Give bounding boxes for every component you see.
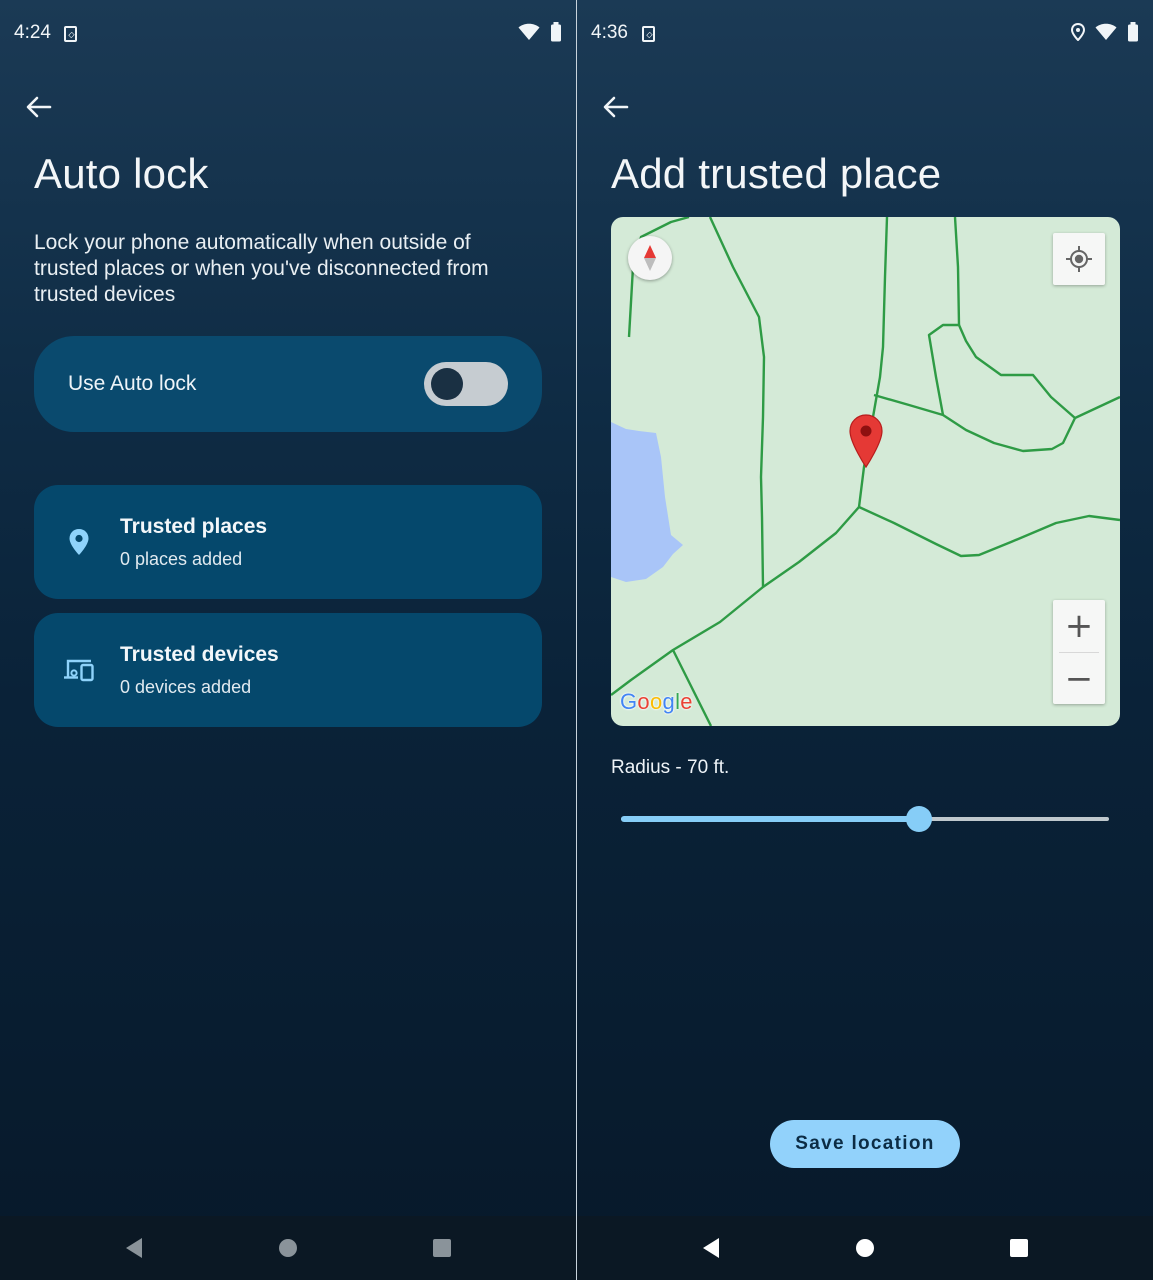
item-subtitle: 0 places added	[120, 548, 243, 569]
arrow-back-icon	[26, 96, 52, 118]
status-icons	[518, 22, 562, 42]
back-button[interactable]	[22, 90, 56, 124]
map-marker-icon[interactable]	[848, 413, 884, 474]
battery-icon	[1128, 22, 1138, 42]
nav-home-button[interactable]	[276, 1236, 300, 1260]
triangle-back-icon	[126, 1238, 142, 1258]
description-text: Lock your phone automatically when outsi…	[34, 231, 489, 306]
zoom-out-button[interactable]: −	[1053, 653, 1105, 705]
nav-recents-button[interactable]	[1007, 1236, 1031, 1260]
slider-thumb[interactable]	[905, 806, 932, 832]
crosshair-icon	[1066, 246, 1092, 272]
nav-home-button[interactable]	[853, 1236, 877, 1260]
zoom-controls: + −	[1053, 600, 1105, 704]
save-location-button[interactable]: Save location	[770, 1120, 960, 1168]
page-title: Auto lock	[34, 150, 209, 197]
status-bar: 4:24	[0, 0, 576, 68]
wifi-icon	[518, 23, 540, 40]
lake	[611, 422, 683, 582]
map-view[interactable]: + − Google	[611, 217, 1120, 726]
my-location-button[interactable]	[1053, 233, 1105, 285]
sim-icon	[642, 26, 655, 42]
logo-letter: g	[662, 689, 676, 714]
logo-letter: o	[649, 689, 663, 714]
back-button[interactable]	[599, 90, 633, 124]
square-recents-icon	[433, 1239, 451, 1257]
location-pin-icon	[62, 525, 96, 559]
page-title: Add trusted place	[611, 150, 942, 197]
triangle-back-icon	[703, 1238, 719, 1258]
logo-letter: o	[637, 689, 650, 714]
square-recents-icon	[1010, 1239, 1028, 1257]
location-status-icon	[1071, 23, 1085, 41]
nav-back-button[interactable]	[122, 1236, 146, 1260]
radius-slider[interactable]	[621, 801, 1109, 837]
battery-icon	[551, 22, 561, 42]
add-trusted-place-screen: 4:36 Add trusted place + − Google Radius…	[577, 0, 1153, 1280]
logo-letter: e	[680, 689, 693, 714]
status-time: 4:36	[591, 22, 628, 43]
auto-lock-switch[interactable]	[424, 362, 508, 406]
navigation-bar	[0, 1216, 576, 1280]
status-icons	[1071, 22, 1139, 42]
navigation-bar	[577, 1216, 1153, 1280]
compass-icon	[644, 245, 656, 271]
auto-lock-screen: 4:24 Auto lock Lock your phone automatic…	[0, 0, 576, 1280]
trusted-devices-item[interactable]: Trusted devices 0 devices added	[34, 613, 542, 727]
status-time: 4:24	[14, 22, 51, 43]
compass-button[interactable]	[628, 236, 672, 280]
item-title: Trusted devices	[120, 642, 279, 666]
radius-label: Radius - 70 ft.	[611, 757, 730, 778]
nav-recents-button[interactable]	[430, 1236, 454, 1260]
zoom-in-button[interactable]: +	[1053, 600, 1105, 652]
item-title: Trusted places	[120, 514, 268, 538]
switch-knob	[431, 368, 463, 400]
circle-home-icon	[279, 1239, 297, 1257]
logo-letter: G	[620, 689, 638, 714]
nav-back-button[interactable]	[699, 1236, 723, 1260]
status-bar: 4:36	[577, 0, 1153, 68]
sim-icon	[64, 26, 77, 42]
toggle-label: Use Auto lock	[68, 372, 197, 395]
wifi-icon	[1095, 23, 1117, 40]
use-auto-lock-toggle-row[interactable]: Use Auto lock	[34, 336, 542, 432]
google-logo: Google	[620, 689, 693, 715]
item-subtitle: 0 devices added	[120, 676, 252, 697]
devices-icon	[62, 653, 96, 687]
circle-home-icon	[856, 1239, 874, 1257]
slider-fill	[621, 816, 919, 822]
arrow-back-icon	[603, 96, 629, 118]
trusted-places-item[interactable]: Trusted places 0 places added	[34, 485, 542, 599]
